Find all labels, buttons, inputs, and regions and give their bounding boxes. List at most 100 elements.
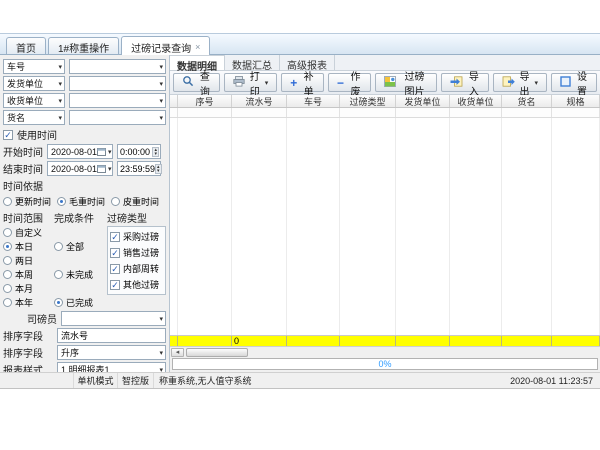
vehicle-field-selector[interactable]: 车号 ▾ (3, 59, 65, 74)
weigh-type-label: 过磅类型 (107, 210, 166, 225)
chevron-down-icon: ▾ (106, 148, 112, 156)
filter-columns: 时间范围 自定义 本日 两日 本周 本月 本年 完成条件 全部 未完成 已完成 … (3, 210, 166, 309)
start-date-value: 2020-08-01 (51, 147, 97, 157)
report-style-combo[interactable]: 1.明细报表1 ▾ (57, 362, 166, 372)
calendar-icon (97, 164, 106, 173)
supplement-order-button[interactable]: + 补单 (281, 73, 324, 92)
chevron-down-icon: ▾ (157, 80, 163, 88)
filter-row-goods: 货名 ▾ ▾ (3, 110, 166, 125)
end-date-picker[interactable]: 2020-08-01 ▾ (47, 161, 113, 176)
shipper-field-selector[interactable]: 发货单位 ▾ (3, 76, 65, 91)
filter-row-vehicle: 车号 ▾ ▾ (3, 59, 166, 74)
end-date-value: 2020-08-01 (51, 164, 97, 174)
scroll-left-icon[interactable]: ◂ (171, 348, 184, 357)
tab-weigh-record-query-label: 过磅记录查询 (131, 40, 191, 55)
column-header-weigh-type[interactable]: 过磅类型 (340, 95, 396, 107)
column-header-receiver[interactable]: 收货单位 (450, 95, 502, 107)
use-time-row: ✓ 使用时间 (3, 127, 166, 142)
chevron-down-icon: ▾ (56, 63, 62, 71)
checkbox-purchase-weigh[interactable]: ✓采购过磅 (110, 230, 163, 243)
radio-icon (57, 197, 66, 206)
radio-finished[interactable]: 已完成 (54, 296, 104, 309)
import-button[interactable]: 导入 (441, 73, 488, 92)
receiver-field-selector[interactable]: 收货单位 ▾ (3, 93, 65, 108)
tab-weigh-operation[interactable]: 1#称重操作 (48, 37, 119, 54)
chevron-down-icon: ▾ (535, 79, 539, 87)
scrollbar-thumb[interactable] (186, 348, 248, 357)
void-button[interactable]: − 作废 (328, 73, 371, 92)
checkbox-internal-transfer[interactable]: ✓内部周转 (110, 262, 163, 275)
start-date-picker[interactable]: 2020-08-01 ▾ (47, 144, 113, 159)
radio-unfinished[interactable]: 未完成 (54, 268, 104, 281)
chevron-down-icon: ▾ (56, 97, 62, 105)
spinner-arrows-icon[interactable]: ▴▾ (152, 147, 159, 157)
radio-custom-range[interactable]: 自定义 (3, 226, 51, 239)
goods-field-label: 货名 (7, 111, 25, 124)
sort-order-row: 排序字段 升序 ▾ (3, 345, 166, 360)
calendar-icon (97, 147, 106, 156)
receiver-field-label: 收货单位 (7, 94, 43, 107)
tab-home-label: 首页 (16, 40, 36, 55)
radio-icon (54, 242, 63, 251)
export-button[interactable]: 导出 ▾ (493, 73, 548, 92)
checkbox-sale-weigh[interactable]: ✓销售过磅 (110, 246, 163, 259)
tab-weigh-record-query[interactable]: 过磅记录查询 × (121, 36, 210, 55)
radio-gross-time[interactable]: 毛重时间 (57, 195, 105, 208)
settings-icon (560, 76, 571, 90)
radio-this-month[interactable]: 本月 (3, 282, 51, 295)
print-button[interactable]: 打印 ▾ (224, 73, 278, 92)
column-header-shipper[interactable]: 发货单位 (396, 95, 450, 107)
sort-field-input[interactable]: 流水号 (57, 328, 166, 343)
checkbox-icon: ✓ (110, 264, 120, 274)
receiver-value-combo[interactable]: ▾ (69, 93, 166, 108)
grid-filter-row[interactable] (170, 108, 600, 118)
radio-all[interactable]: 全部 (54, 240, 104, 253)
column-header-goods[interactable]: 货名 (502, 95, 552, 107)
spinner-arrows-icon[interactable]: ▴▾ (155, 164, 162, 174)
horizontal-scrollbar[interactable]: ◂ (170, 346, 600, 357)
toolbar: 查询 打印 ▾ + 补单 − 作废 过磅图片 (170, 71, 600, 95)
time-range-column: 时间范围 自定义 本日 两日 本周 本月 本年 (3, 210, 51, 309)
tab-home[interactable]: 首页 (6, 37, 46, 54)
radio-icon (111, 197, 120, 206)
radio-two-days[interactable]: 两日 (3, 254, 51, 267)
radio-icon (54, 298, 63, 307)
end-time-spinner[interactable]: 23:59:59 ▴▾ (117, 161, 161, 176)
goods-field-selector[interactable]: 货名 ▾ (3, 110, 65, 125)
radio-this-week[interactable]: 本周 (3, 268, 51, 281)
radio-this-year[interactable]: 本年 (3, 296, 51, 309)
use-time-label: 使用时间 (17, 127, 57, 142)
grid-body-empty[interactable] (170, 118, 600, 335)
search-icon (182, 75, 194, 90)
grid-header-row: 序号 流水号 车号 过磅类型 发货单位 收货单位 货名 规格 (170, 95, 600, 108)
content-area: 车号 ▾ ▾ 发货单位 ▾ ▾ 收货单位 ▾ (0, 55, 600, 372)
weigher-combo[interactable]: ▾ (61, 311, 166, 326)
settings-button[interactable]: 设置 (551, 73, 597, 92)
close-icon[interactable]: × (195, 42, 200, 52)
radio-tare-time[interactable]: 皮重时间 (111, 195, 159, 208)
checkbox-other-weigh[interactable]: ✓其他过磅 (110, 278, 163, 291)
progress-bar: 0% (172, 358, 598, 370)
column-header-seq[interactable]: 序号 (178, 95, 232, 107)
radio-update-time[interactable]: 更新时间 (3, 195, 51, 208)
sort-order-combo[interactable]: 升序 ▾ (57, 345, 166, 360)
column-header-serial[interactable]: 流水号 (232, 95, 287, 107)
start-time-spinner[interactable]: 0:00:00 ▴▾ (117, 144, 161, 159)
radio-icon (3, 298, 12, 307)
use-time-checkbox[interactable]: ✓ (3, 130, 13, 140)
goods-value-combo[interactable]: ▾ (69, 110, 166, 125)
radio-today[interactable]: 本日 (3, 240, 51, 253)
grid-summary-row: 0 (170, 335, 600, 346)
column-header-vehicle[interactable]: 车号 (287, 95, 340, 107)
vehicle-value-combo[interactable]: ▾ (69, 59, 166, 74)
vehicle-field-label: 车号 (7, 60, 25, 73)
chevron-down-icon: ▾ (157, 97, 163, 105)
tab-data-detail[interactable]: 数据明细 (170, 55, 225, 70)
sort-field-label: 排序字段 (3, 328, 53, 343)
weigh-photo-button[interactable]: 过磅图片 (375, 73, 437, 92)
query-button[interactable]: 查询 (173, 73, 220, 92)
status-datetime: 2020-08-01 11:23:57 (510, 373, 600, 388)
radio-icon (3, 242, 12, 251)
column-header-spec[interactable]: 规格 (552, 95, 600, 107)
shipper-value-combo[interactable]: ▾ (69, 76, 166, 91)
